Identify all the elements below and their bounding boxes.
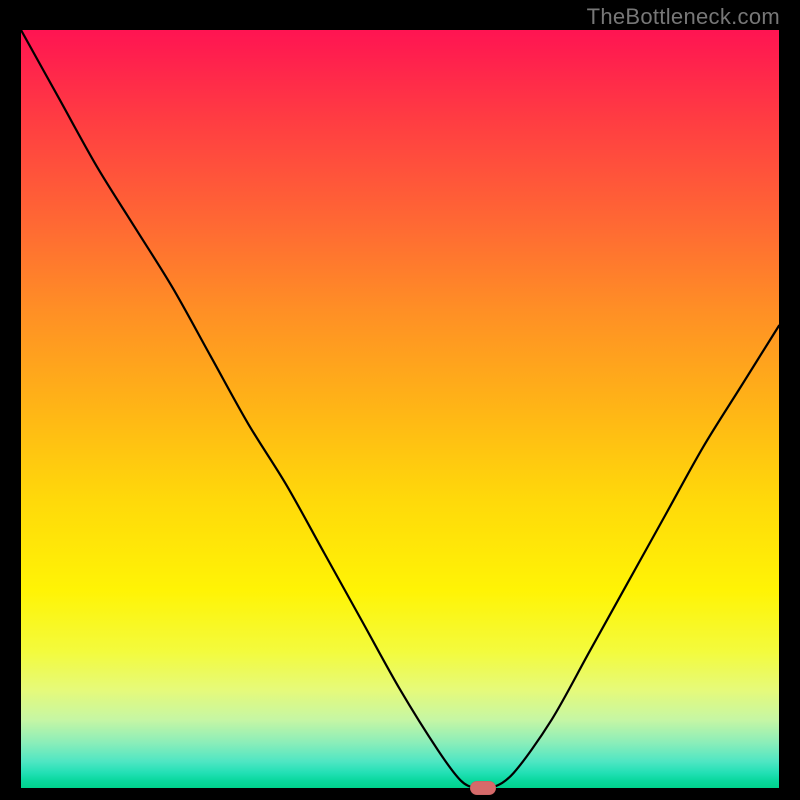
bottleneck-curve bbox=[21, 30, 779, 788]
minimum-marker bbox=[470, 781, 496, 795]
watermark-label: TheBottleneck.com bbox=[587, 4, 780, 30]
chart-frame: TheBottleneck.com bbox=[0, 0, 800, 800]
plot-area bbox=[21, 30, 779, 788]
